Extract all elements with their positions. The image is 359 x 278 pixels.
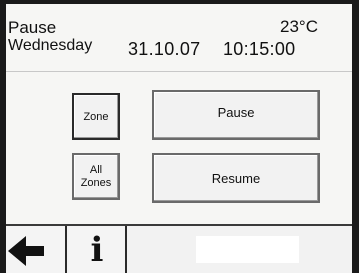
arrow-left-icon — [8, 236, 44, 266]
pause-button[interactable]: Pause — [152, 90, 320, 140]
date-readout: 31.10.07 — [128, 39, 201, 59]
time-readout: 10:15:00 — [223, 39, 296, 59]
all-zones-button[interactable]: All Zones — [72, 153, 120, 200]
device-frame: Pause 23°C Wednesday 31.10.07 10:15:00 Z… — [0, 0, 359, 273]
resume-button-label: Resume — [211, 170, 261, 186]
all-zones-line-2: Zones — [80, 176, 112, 189]
info-icon: i — [90, 229, 104, 270]
frame-right-edge — [352, 0, 359, 273]
zone-button-label: Zone — [83, 110, 109, 123]
header-divider — [6, 71, 352, 72]
pause-button-label: Pause — [217, 104, 255, 120]
weekday-label: Wednesday — [8, 37, 93, 54]
all-zones-button-label: All Zones — [81, 164, 112, 190]
info-button[interactable]: i — [69, 226, 127, 273]
all-zones-line-1: All — [89, 163, 103, 176]
back-button[interactable] — [6, 226, 67, 273]
zone-button[interactable]: Zone — [72, 93, 120, 140]
message-field — [196, 236, 299, 263]
temperature-readout: 23°C — [280, 17, 318, 36]
resume-button[interactable]: Resume — [152, 153, 320, 203]
status-title: Pause — [8, 18, 57, 37]
